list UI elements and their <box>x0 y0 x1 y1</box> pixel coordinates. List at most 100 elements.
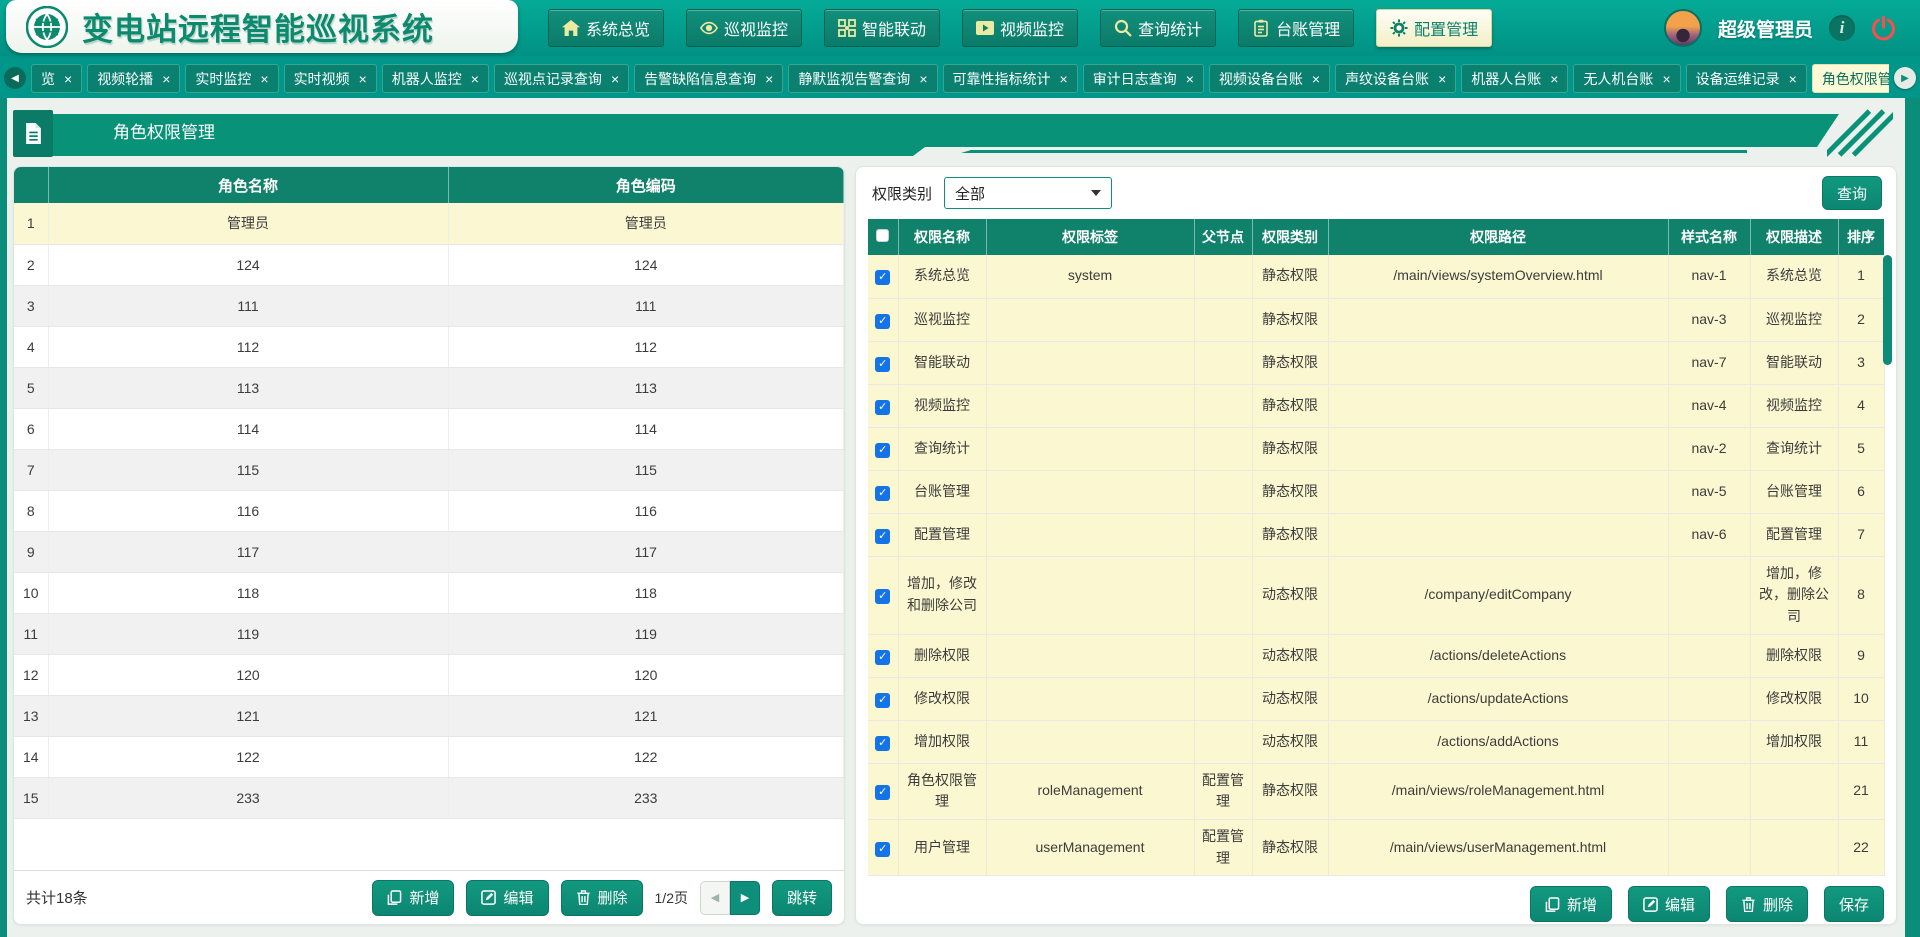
role-row[interactable]: 7115115 <box>14 449 844 490</box>
power-logout-icon[interactable] <box>1871 16 1896 41</box>
role-row[interactable]: 3111111 <box>14 285 844 326</box>
nav-button-search[interactable]: 查询统计 <box>1100 9 1216 47</box>
user-avatar[interactable] <box>1664 9 1702 47</box>
tab-close-icon[interactable]: × <box>260 72 268 86</box>
nav-button-video[interactable]: 视频监控 <box>962 9 1078 47</box>
save-button[interactable]: 保存 <box>1824 886 1884 922</box>
row-checkbox[interactable]: ✓ <box>875 486 890 501</box>
tab-close-icon[interactable]: × <box>1662 72 1670 86</box>
permission-row[interactable]: ✓查询统计静态权限nav-2查询统计5 <box>868 427 1884 470</box>
tab-close-icon[interactable]: × <box>1312 72 1320 86</box>
tab-scroll-right-button[interactable]: ▶ <box>1894 67 1916 89</box>
nav-button-eye[interactable]: 巡视监控 <box>686 9 802 47</box>
permission-row[interactable]: ✓删除权限动态权限/actions/deleteActions删除权限9 <box>868 634 1884 677</box>
row-checkbox[interactable]: ✓ <box>875 650 890 665</box>
tab[interactable]: 机器人监控× <box>382 64 489 93</box>
tab[interactable]: 实时视频× <box>284 64 377 93</box>
tab-close-icon[interactable]: × <box>64 72 72 86</box>
row-checkbox[interactable]: ✓ <box>875 589 890 604</box>
tab[interactable]: 巡视点记录查询× <box>494 64 629 93</box>
role-row[interactable]: 14122122 <box>14 736 844 777</box>
row-checkbox[interactable]: ✓ <box>875 314 890 329</box>
row-checkbox[interactable]: ✓ <box>875 842 890 857</box>
tab-close-icon[interactable]: × <box>1789 72 1797 86</box>
role-row[interactable]: 2124124 <box>14 244 844 285</box>
permission-row[interactable]: ✓巡视监控静态权限nav-3巡视监控2 <box>868 298 1884 341</box>
permission-row[interactable]: ✓增加权限动态权限/actions/addActions增加权限11 <box>868 720 1884 763</box>
permission-row[interactable]: ✓系统总览system静态权限/main/views/systemOvervie… <box>868 255 1884 298</box>
role-row[interactable]: 10118118 <box>14 572 844 613</box>
row-checkbox[interactable]: ✓ <box>875 736 890 751</box>
tab[interactable]: 告警缺陷信息查询× <box>634 64 783 93</box>
role-index-cell: 4 <box>14 326 48 367</box>
role-row[interactable]: 9117117 <box>14 531 844 572</box>
tab[interactable]: 可靠性指标统计× <box>943 64 1078 93</box>
tab[interactable]: 机器人台账× <box>1461 64 1568 93</box>
role-code-cell: 113 <box>448 367 844 408</box>
tab[interactable]: 设备运维记录× <box>1686 64 1807 93</box>
tab-close-icon[interactable]: × <box>1438 72 1446 86</box>
nav-button-home[interactable]: 系统总览 <box>548 9 664 47</box>
row-checkbox[interactable]: ✓ <box>875 443 890 458</box>
tab-close-icon[interactable]: × <box>1550 72 1558 86</box>
permission-row[interactable]: ✓视频监控静态权限nav-4视频监控4 <box>868 384 1884 427</box>
permission-row[interactable]: ✓台账管理静态权限nav-5台账管理6 <box>868 470 1884 513</box>
row-checkbox[interactable]: ✓ <box>875 400 890 415</box>
row-checkbox[interactable]: ✓ <box>875 693 890 708</box>
permission-edit-button[interactable]: 编辑 <box>1628 886 1710 922</box>
prev-page-button[interactable]: ◀ <box>700 881 730 915</box>
tab[interactable]: 视频设备台账× <box>1209 64 1330 93</box>
tab[interactable]: 静默监视告警查询× <box>788 64 937 93</box>
tab[interactable]: 无人机台账× <box>1573 64 1680 93</box>
nav-button-link-grid[interactable]: 智能联动 <box>824 9 940 47</box>
vertical-scrollbar[interactable] <box>1883 255 1892 365</box>
search-button[interactable]: 查询 <box>1822 176 1882 210</box>
tab-scroll-left-button[interactable]: ◀ <box>4 67 26 89</box>
select-all-checkbox[interactable] <box>876 229 889 242</box>
role-edit-button[interactable]: 编辑 <box>466 880 548 916</box>
nav-button-gear[interactable]: 配置管理 <box>1376 9 1492 47</box>
permission-row[interactable]: ✓增加，修改和删除公司动态权限/company/editCompany增加，修改… <box>868 556 1884 634</box>
role-row[interactable]: 5113113 <box>14 367 844 408</box>
permission-row[interactable]: ✓修改权限动态权限/actions/updateActions修改权限10 <box>868 677 1884 720</box>
role-add-button[interactable]: 新增 <box>372 880 454 916</box>
tab-close-icon[interactable]: × <box>1060 72 1068 86</box>
tab[interactable]: 视频轮播× <box>87 64 180 93</box>
permission-row[interactable]: ✓角色权限管理roleManagement配置管理静态权限/main/views… <box>868 763 1884 819</box>
role-row[interactable]: 8116116 <box>14 490 844 531</box>
permission-row[interactable]: ✓智能联动静态权限nav-7智能联动3 <box>868 341 1884 384</box>
tab-close-icon[interactable]: × <box>765 72 773 86</box>
tab[interactable]: 览× <box>31 64 82 93</box>
nav-button-ledger[interactable]: 台账管理 <box>1238 9 1354 47</box>
row-checkbox[interactable]: ✓ <box>875 785 890 800</box>
tab[interactable]: 审计日志查询× <box>1083 64 1204 93</box>
role-row[interactable]: 13121121 <box>14 695 844 736</box>
role-row[interactable]: 11119119 <box>14 613 844 654</box>
role-row[interactable]: 12120120 <box>14 654 844 695</box>
row-checkbox[interactable]: ✓ <box>875 270 890 285</box>
permission-row[interactable]: ✓用户管理userManagement配置管理静态权限/main/views/u… <box>868 819 1884 875</box>
role-row[interactable]: 4112112 <box>14 326 844 367</box>
tab-close-icon[interactable]: × <box>919 72 927 86</box>
tab-close-icon[interactable]: × <box>471 72 479 86</box>
role-row[interactable]: 1管理员管理员 <box>14 203 844 244</box>
tab-close-icon[interactable]: × <box>611 72 619 86</box>
jump-page-button[interactable]: 跳转 <box>772 880 832 916</box>
permission-delete-button[interactable]: 删除 <box>1726 886 1808 922</box>
tab[interactable]: 角色权限管理× <box>1812 64 1889 93</box>
tab[interactable]: 声纹设备台账× <box>1335 64 1456 93</box>
role-delete-button[interactable]: 删除 <box>561 880 643 916</box>
tab-close-icon[interactable]: × <box>359 72 367 86</box>
role-row[interactable]: 15233233 <box>14 777 844 818</box>
tab[interactable]: 实时监控× <box>185 64 278 93</box>
permission-add-button[interactable]: 新增 <box>1530 886 1612 922</box>
tab-close-icon[interactable]: × <box>162 72 170 86</box>
info-icon[interactable]: i <box>1829 15 1855 41</box>
next-page-button[interactable]: ▶ <box>730 881 760 915</box>
tab-close-icon[interactable]: × <box>1186 72 1194 86</box>
row-checkbox[interactable]: ✓ <box>875 529 890 544</box>
role-row[interactable]: 6114114 <box>14 408 844 449</box>
row-checkbox[interactable]: ✓ <box>875 357 890 372</box>
permission-type-select[interactable]: 全部 <box>944 177 1112 209</box>
permission-row[interactable]: ✓配置管理静态权限nav-6配置管理7 <box>868 513 1884 556</box>
